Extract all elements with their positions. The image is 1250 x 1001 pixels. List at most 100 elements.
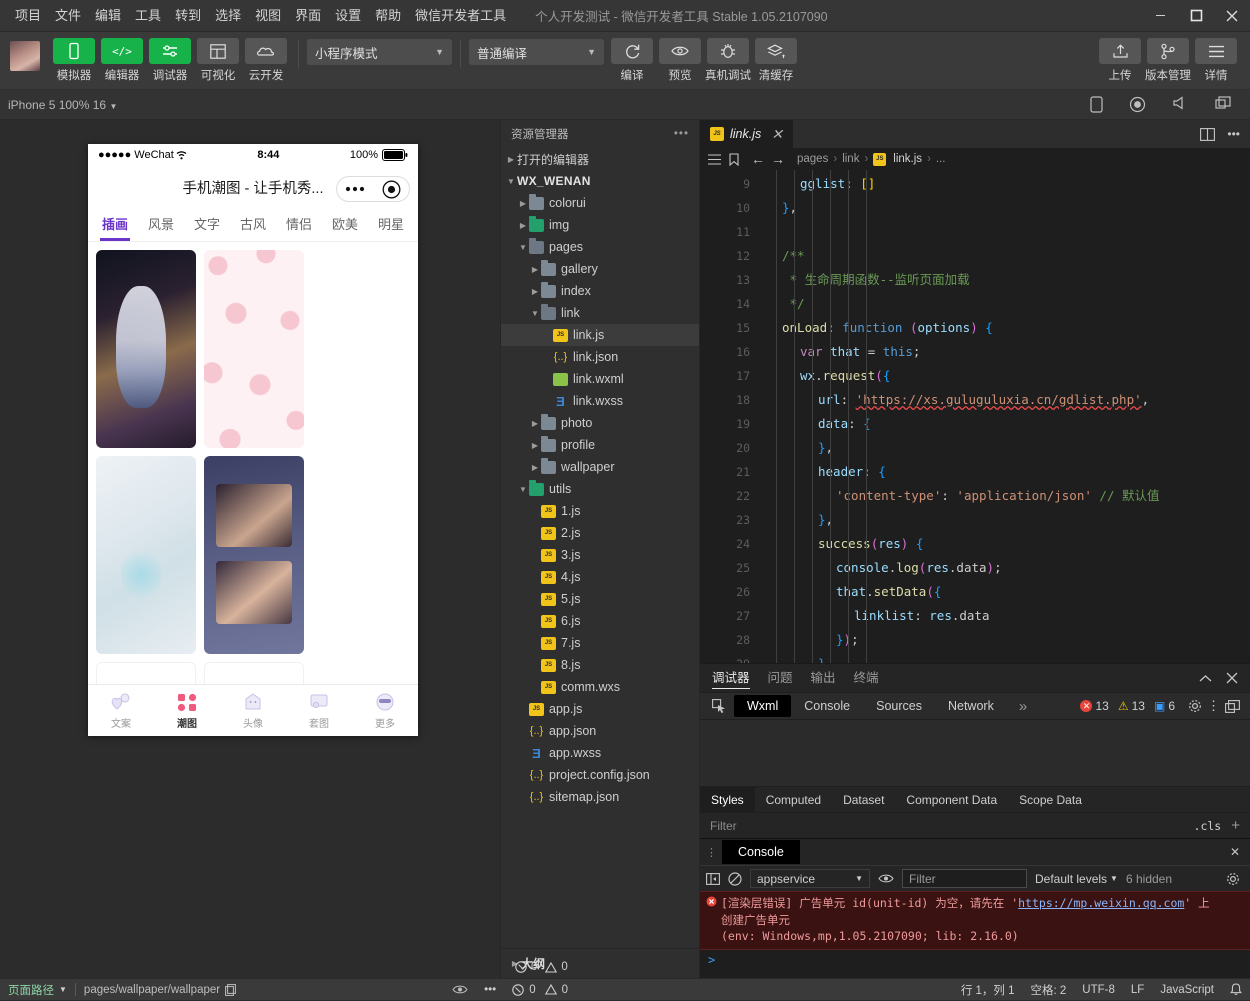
editor-tab-link-js[interactable]: JS link.js ✕ (700, 120, 793, 148)
overflow-icon[interactable]: » (1007, 698, 1039, 715)
styles-filter-input[interactable]: Filter (710, 819, 737, 833)
styles-tab-0[interactable]: Styles (700, 787, 755, 812)
tree-item-index[interactable]: ▶ index (501, 280, 699, 302)
kebab-icon[interactable]: ⋮ (700, 846, 722, 859)
minimize-button[interactable] (1142, 0, 1178, 32)
tree-item-link.wxml[interactable]: link.wxml (501, 368, 699, 390)
close-icon[interactable]: ✕ (771, 126, 783, 143)
grid-card[interactable] (204, 250, 304, 448)
menu-item-5[interactable]: 选择 (208, 0, 248, 32)
toolbar-button-上传[interactable]: 上传 (1096, 38, 1144, 83)
toolbar-button-清缓存[interactable]: 清缓存 (752, 38, 800, 83)
breadcrumb-item-3[interactable]: ... (936, 153, 946, 165)
code-content[interactable]: gglist: []}, /** * 生命周期函数--监听页面加载 */onLo… (756, 170, 1250, 663)
grid-card[interactable] (204, 456, 304, 654)
gear-icon[interactable] (1188, 699, 1202, 713)
compile-select[interactable]: 普通编译 ▼ (469, 39, 604, 65)
tree-item-app.json[interactable]: {..} app.json (501, 720, 699, 742)
tree-item-6.js[interactable]: JS 6.js (501, 610, 699, 632)
console-levels-select[interactable]: Default levels ▼ (1035, 872, 1118, 886)
tree-item-link.wxss[interactable]: Ǝlink.wxss (501, 390, 699, 412)
line-ending[interactable]: LF (1123, 979, 1152, 1001)
menu-item-8[interactable]: 设置 (328, 0, 368, 32)
devtools-tab-wxml[interactable]: Wxml (734, 695, 792, 717)
record-icon[interactable] (1129, 96, 1146, 113)
debugger-tab-1[interactable]: 问题 (768, 665, 793, 691)
code-editor[interactable]: 9 10 11 12 13 14 15 16 17 18 19 20 21 22 23 24 25 26 27 28 2… (700, 170, 1250, 663)
debugger-tab-2[interactable]: 输出 (811, 665, 836, 691)
styles-tab-3[interactable]: Component Data (895, 787, 1008, 812)
preview-eye-button[interactable] (444, 979, 476, 1001)
menu-item-9[interactable]: 帮助 (368, 0, 408, 32)
toolbar-button-编译[interactable]: 编译 (608, 38, 656, 83)
toolbar-button-预览[interactable]: 预览 (656, 38, 704, 83)
console-tab[interactable]: Console (722, 840, 800, 864)
clear-icon[interactable] (728, 871, 742, 886)
tree-item-project.config.json[interactable]: {..} project.config.json (501, 764, 699, 786)
breadcrumb-item-1[interactable]: link (842, 153, 859, 165)
split-editor-icon[interactable] (1200, 127, 1216, 141)
tabbar-item-2[interactable]: 头像 (220, 685, 286, 736)
toolbar-button-真机调试[interactable]: 真机调试 (704, 38, 752, 83)
tree-item-img[interactable]: ▶ img (501, 214, 699, 236)
tree-item-utils[interactable]: ▼ utils (501, 478, 699, 500)
devtools-tab-sources[interactable]: Sources (863, 695, 935, 717)
toolbar-button-详情[interactable]: 详情 (1192, 38, 1240, 83)
forward-icon[interactable]: → (771, 151, 785, 167)
tree-item-7.js[interactable]: JS 7.js (501, 632, 699, 654)
tree-item-colorui[interactable]: ▶ colorui (501, 192, 699, 214)
close-icon[interactable]: ✕ (1220, 845, 1250, 859)
cursor-position[interactable]: 行 1，列 1 (953, 979, 1023, 1001)
console-prompt[interactable]: > (700, 950, 1250, 970)
toolbar-button-编辑器[interactable]: </> 编辑器 (98, 38, 146, 83)
maximize-button[interactable] (1178, 0, 1214, 32)
category-tab-1[interactable]: 风景 (138, 209, 184, 241)
tree-item-2.js[interactable]: JS 2.js (501, 522, 699, 544)
debugger-tab-3[interactable]: 终端 (854, 665, 879, 691)
toolbar-button-可视化[interactable]: 可视化 (194, 38, 242, 83)
devtools-tab-network[interactable]: Network (935, 695, 1007, 717)
toolbar-button-调试器[interactable]: 调试器 (146, 38, 194, 83)
grid-card[interactable] (204, 662, 304, 684)
explorer-section-1[interactable]: ▼ WX_WENAN (501, 170, 699, 192)
tree-item-8.js[interactable]: JS 8.js (501, 654, 699, 676)
cls-button[interactable]: .cls (1194, 819, 1222, 833)
sidebar-toggle-icon[interactable] (708, 153, 721, 165)
kebab-icon[interactable]: ⋮ (1207, 699, 1220, 712)
console-filter-input[interactable]: Filter (902, 869, 1027, 888)
ellipsis-icon[interactable]: ••• (674, 128, 689, 140)
info-badge[interactable]: ▣ 6 (1154, 699, 1175, 713)
console-context-select[interactable]: appservice ▼ (750, 869, 870, 888)
styles-tab-2[interactable]: Dataset (832, 787, 895, 812)
close-button[interactable] (1214, 0, 1250, 32)
encoding[interactable]: UTF-8 (1074, 979, 1123, 1001)
tabbar-item-1[interactable]: 潮图 (154, 685, 220, 736)
tree-item-link.json[interactable]: {..} link.json (501, 346, 699, 368)
wechat-capsule[interactable] (336, 176, 410, 202)
tabbar-item-4[interactable]: 更多 (352, 685, 418, 736)
eye-icon[interactable] (878, 873, 894, 884)
chevron-up-icon[interactable] (1199, 674, 1212, 683)
window-icon[interactable] (1215, 96, 1232, 113)
language-mode[interactable]: JavaScript (1152, 979, 1222, 1001)
copy-icon[interactable] (225, 983, 236, 996)
tree-item-4.js[interactable]: JS 4.js (501, 566, 699, 588)
grid-card[interactable] (96, 662, 196, 684)
status-more-button[interactable]: ••• (476, 979, 504, 1001)
bell-icon[interactable] (1222, 979, 1250, 1001)
category-tab-2[interactable]: 文字 (184, 209, 230, 241)
tree-item-photo[interactable]: ▶ photo (501, 412, 699, 434)
bookmark-icon[interactable] (729, 152, 739, 166)
tabbar-item-0[interactable]: 文案 (88, 685, 154, 736)
tree-item-5.js[interactable]: JS 5.js (501, 588, 699, 610)
category-tab-6[interactable]: 明星 (368, 209, 414, 241)
back-icon[interactable]: ← (751, 151, 765, 167)
problems-indicator[interactable]: 0 0 (504, 979, 576, 1001)
menu-item-1[interactable]: 文件 (48, 0, 88, 32)
devtools-tab-console[interactable]: Console (791, 695, 863, 717)
dock-icon[interactable] (1225, 699, 1240, 713)
plus-icon[interactable]: + (1231, 817, 1240, 834)
tree-item-wallpaper[interactable]: ▶ wallpaper (501, 456, 699, 478)
category-tab-5[interactable]: 欧美 (322, 209, 368, 241)
tabbar-item-3[interactable]: 套图 (286, 685, 352, 736)
